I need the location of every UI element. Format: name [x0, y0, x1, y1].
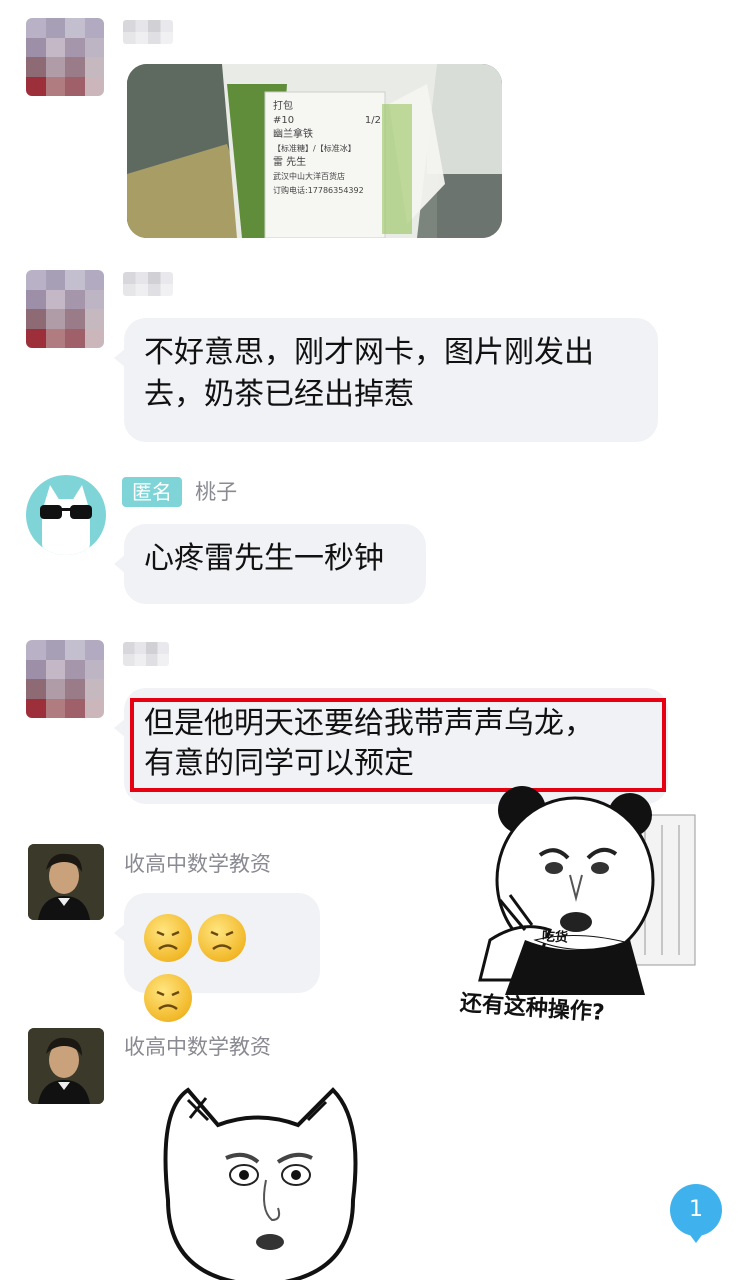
- cat-sunglasses-icon: [40, 485, 92, 555]
- sender-line: 匿名 桃子: [122, 476, 237, 507]
- unread-count: 1: [689, 1197, 703, 1222]
- highlight-box: 但是他明天还要给我带声声乌龙， 有意的同学可以预定: [130, 698, 666, 792]
- message-bubble[interactable]: 不好意思，刚才网卡，图片刚发出 去，奶茶已经出掉惹: [114, 318, 658, 442]
- portrait-photo-icon: [28, 1028, 104, 1104]
- sticker-shirt-text: 吃货: [541, 929, 569, 946]
- message-bubble[interactable]: 心疼雷先生一秒钟: [114, 524, 426, 604]
- unread-count-badge[interactable]: 1: [670, 1184, 722, 1243]
- receipt-line: 【标准糖】/【标准冰】: [273, 144, 356, 153]
- message-text: 但是他明天还要给我带声声乌龙，: [144, 706, 594, 741]
- sender-name-blurred: [123, 20, 173, 44]
- sender-name: 桃子: [195, 480, 238, 504]
- panda-meme-sticker[interactable]: 吃货 还有这种操作?: [430, 780, 700, 1035]
- sender-name: 收高中数学教资: [124, 1035, 271, 1059]
- sender-name: 收高中数学教资: [124, 852, 271, 876]
- message-text: 去，奶茶已经出掉惹: [144, 377, 414, 412]
- sad-face-emoji-icon: [144, 974, 192, 1022]
- milk-tea-photo[interactable]: 打包 #10 1/2 幽兰拿铁 【标准糖】/【标准冰】 雷 先生 武汉中山大洋百…: [127, 64, 502, 238]
- message-bubble[interactable]: [114, 893, 320, 1022]
- receipt-line: 幽兰拿铁: [273, 129, 313, 140]
- message-text: 心疼雷先生一秒钟: [144, 541, 384, 576]
- receipt-line: 雷 先生: [273, 157, 307, 168]
- sender-avatar-blurred[interactable]: [26, 270, 104, 348]
- receipt-line: 订购电话:17786354392: [273, 186, 364, 195]
- receipt-label: 打包 #10 1/2 幽兰拿铁 【标准糖】/【标准冰】 雷 先生 武汉中山大洋百…: [273, 100, 381, 198]
- sender-avatar[interactable]: [28, 1028, 104, 1104]
- sender-avatar-blurred[interactable]: [26, 640, 104, 718]
- sender-name-blurred: [123, 272, 173, 296]
- anonymous-tag: 匿名: [122, 477, 182, 507]
- portrait-photo-icon: [28, 844, 104, 920]
- sad-face-emoji-icon: [198, 914, 246, 962]
- sender-avatar[interactable]: [28, 844, 104, 920]
- receipt-line: 武汉中山大洋百货店: [273, 172, 345, 181]
- cat-face-sticker[interactable]: [148, 1080, 370, 1280]
- sender-name-blurred: [123, 642, 169, 666]
- message-text: 有意的同学可以预定: [144, 746, 414, 781]
- sad-face-emoji-icon: [144, 914, 192, 962]
- receipt-line: 打包: [273, 101, 293, 112]
- sender-avatar-blurred[interactable]: [26, 18, 104, 96]
- message-text: 不好意思，刚才网卡，图片刚发出: [144, 335, 594, 370]
- receipt-line: #10: [273, 115, 295, 126]
- anonymous-avatar[interactable]: [26, 475, 106, 555]
- receipt-line: 1/2: [364, 115, 381, 126]
- cat-meme-face-icon: [163, 1087, 358, 1280]
